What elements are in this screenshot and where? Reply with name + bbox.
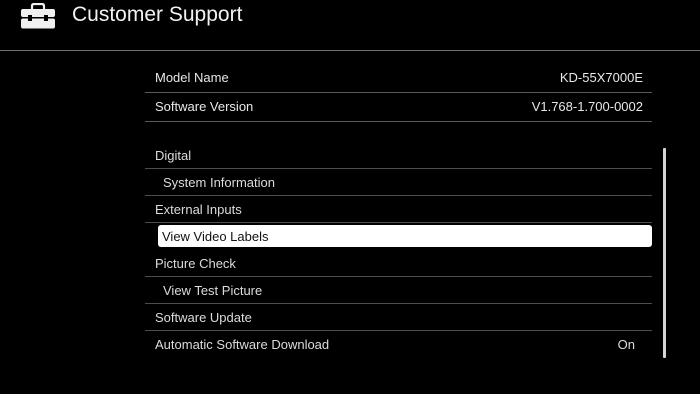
scrollbar[interactable]: [663, 148, 666, 358]
menu-item-software-update[interactable]: Software Update: [145, 304, 652, 331]
menu-item-view-video-labels[interactable]: View Video Labels: [158, 225, 652, 247]
header-bar: Customer Support: [0, 0, 700, 51]
toolbox-icon: [21, 3, 55, 29]
info-label: Software Version: [155, 99, 254, 114]
menu-item-picture-check[interactable]: Picture Check: [145, 250, 652, 277]
menu-item-value: On: [617, 337, 635, 352]
menu-item-system-information[interactable]: System Information: [145, 169, 652, 196]
menu-item-label: View Video Labels: [162, 229, 269, 244]
page-title: Customer Support: [72, 3, 243, 26]
menu-item-label: Digital: [155, 148, 192, 163]
menu-item-label: View Test Picture: [163, 283, 263, 298]
menu-item-label: Software Update: [155, 310, 252, 325]
info-value: KD-55X7000E: [559, 70, 643, 85]
customer-support-screen: Customer Support Model Name KD-55X7000E …: [0, 0, 700, 394]
info-row-software-version: Software Version V1.768-1.700-0002: [145, 93, 652, 122]
menu-item-view-test-picture[interactable]: View Test Picture: [145, 277, 652, 304]
info-label: Model Name: [155, 70, 229, 85]
menu-item-label: External Inputs: [155, 202, 242, 217]
info-row-model-name: Model Name KD-55X7000E: [145, 64, 652, 93]
menu-item-automatic-software-download[interactable]: Automatic Software Download On: [145, 331, 652, 357]
menu-item-digital[interactable]: Digital: [145, 142, 652, 169]
info-value: V1.768-1.700-0002: [531, 99, 643, 114]
menu-item-external-inputs[interactable]: External Inputs: [145, 196, 652, 223]
menu-item-label: Automatic Software Download: [155, 337, 330, 352]
menu-item-label: Picture Check: [155, 256, 236, 271]
menu-item-label: System Information: [163, 175, 275, 190]
